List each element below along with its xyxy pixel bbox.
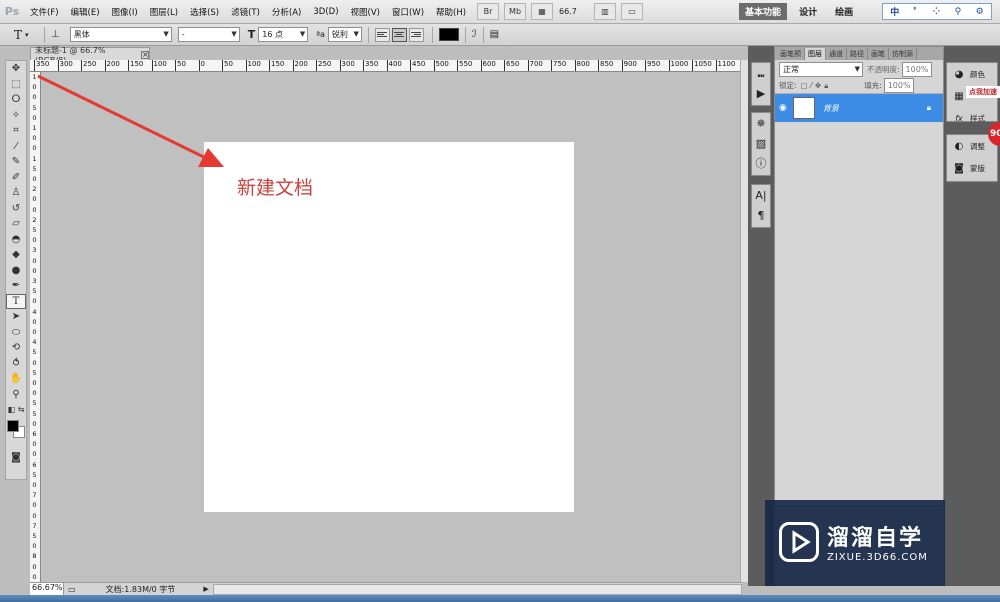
navigator-icon[interactable]: ✵: [752, 113, 770, 133]
character-icon[interactable]: A|: [752, 185, 770, 205]
blend-row: 正常 ▼ 不透明度: 100%: [775, 60, 943, 78]
lock-label: 锁定:: [779, 81, 797, 90]
status-menu-arrow-icon[interactable]: ▶: [203, 585, 208, 593]
watermark-logo: [779, 522, 819, 562]
speedup-tag[interactable]: 点我加速: [966, 86, 1000, 98]
layer-row[interactable]: ◉ 背景 🔒︎: [775, 94, 943, 122]
opacity-input[interactable]: 100%: [901, 61, 932, 77]
eye-icon[interactable]: ◉: [779, 103, 787, 113]
color-panel-button[interactable]: ◕ 颜色: [947, 63, 997, 85]
foreground-color[interactable]: [7, 419, 19, 432]
palette-icon: ◕: [954, 68, 964, 80]
blend-mode-value: 正常: [783, 64, 799, 74]
lock-position-icon[interactable]: ✥: [815, 81, 821, 90]
taskbar: [0, 595, 1000, 602]
tab-clone-source[interactable]: 仿制源: [889, 48, 917, 60]
vertical-scrollbar[interactable]: [740, 60, 748, 582]
status-bar: 66.67% ▭ 文档:1.83M/0 字节 ▶: [30, 582, 742, 595]
masks-panel-button[interactable]: ◙ 蒙版: [947, 157, 997, 179]
actions-icon[interactable]: ▶: [752, 83, 770, 103]
status-doc-info: 文档:1.83M/0 字节: [105, 584, 176, 594]
lock-paint-icon[interactable]: ⁄: [811, 81, 812, 90]
swatches-icon: ▦: [954, 90, 964, 102]
opacity-label: 不透明度:: [867, 64, 900, 74]
lock-all-icon[interactable]: 🔒︎: [824, 81, 828, 91]
brush-presets-icon[interactable]: ⑉: [752, 63, 770, 83]
layers-panel: 画笔预 图层 通道 路径 画笔 仿制源 正常 ▼ 不透明度: 100% 锁定: ▢…: [774, 46, 944, 506]
status-info-icon[interactable]: ▭: [68, 585, 76, 594]
watermark-overlay: 溜溜自学 ZIXUE.3D66.COM: [765, 500, 945, 586]
fill-input[interactable]: 100%: [883, 78, 914, 93]
play-icon: [792, 530, 811, 554]
panel-tabs: 画笔预 图层 通道 路径 画笔 仿制源: [775, 47, 943, 60]
watermark-url: ZIXUE.3D66.COM: [827, 552, 928, 563]
info-icon[interactable]: ⓘ: [752, 153, 770, 173]
histogram-icon[interactable]: ▨: [752, 133, 770, 153]
fx-icon: fx: [955, 113, 963, 123]
fill-value: 100%: [887, 81, 911, 90]
lock-row: 锁定: ▢ ⁄ ✥ 🔒︎ 填充: 100%: [775, 78, 943, 94]
layer-lock-icon: 🔒︎: [926, 103, 931, 112]
tab-channels[interactable]: 通道: [826, 48, 847, 60]
adjustments-icon: ◐: [954, 140, 964, 152]
lock-transparent-icon[interactable]: ▢: [801, 81, 808, 90]
chevron-down-icon: ▼: [854, 64, 860, 73]
opacity-value: 100%: [905, 64, 929, 74]
layer-thumbnail: [792, 97, 815, 119]
strip-group-1: ⑉ ▶: [751, 62, 771, 106]
watermark-title: 溜溜自学: [827, 526, 924, 551]
fill-label: 填充:: [864, 81, 882, 90]
tab-brushes[interactable]: 画笔: [868, 48, 889, 60]
horizontal-scrollbar[interactable]: [212, 583, 742, 595]
mask-icon: ◙: [954, 162, 964, 174]
paragraph-icon[interactable]: ¶: [752, 205, 770, 225]
tab-layers[interactable]: 图层: [805, 48, 826, 60]
status-zoom[interactable]: 66.67%: [30, 583, 64, 595]
layer-name[interactable]: 背景: [823, 103, 839, 114]
blend-mode-select[interactable]: 正常 ▼: [779, 61, 863, 77]
tab-brush-presets[interactable]: 画笔预: [777, 48, 805, 60]
strip-group-2: ✵ ▨ ⓘ: [751, 112, 771, 176]
tab-paths[interactable]: 路径: [847, 48, 868, 60]
strip-group-3: A| ¶: [751, 184, 771, 228]
